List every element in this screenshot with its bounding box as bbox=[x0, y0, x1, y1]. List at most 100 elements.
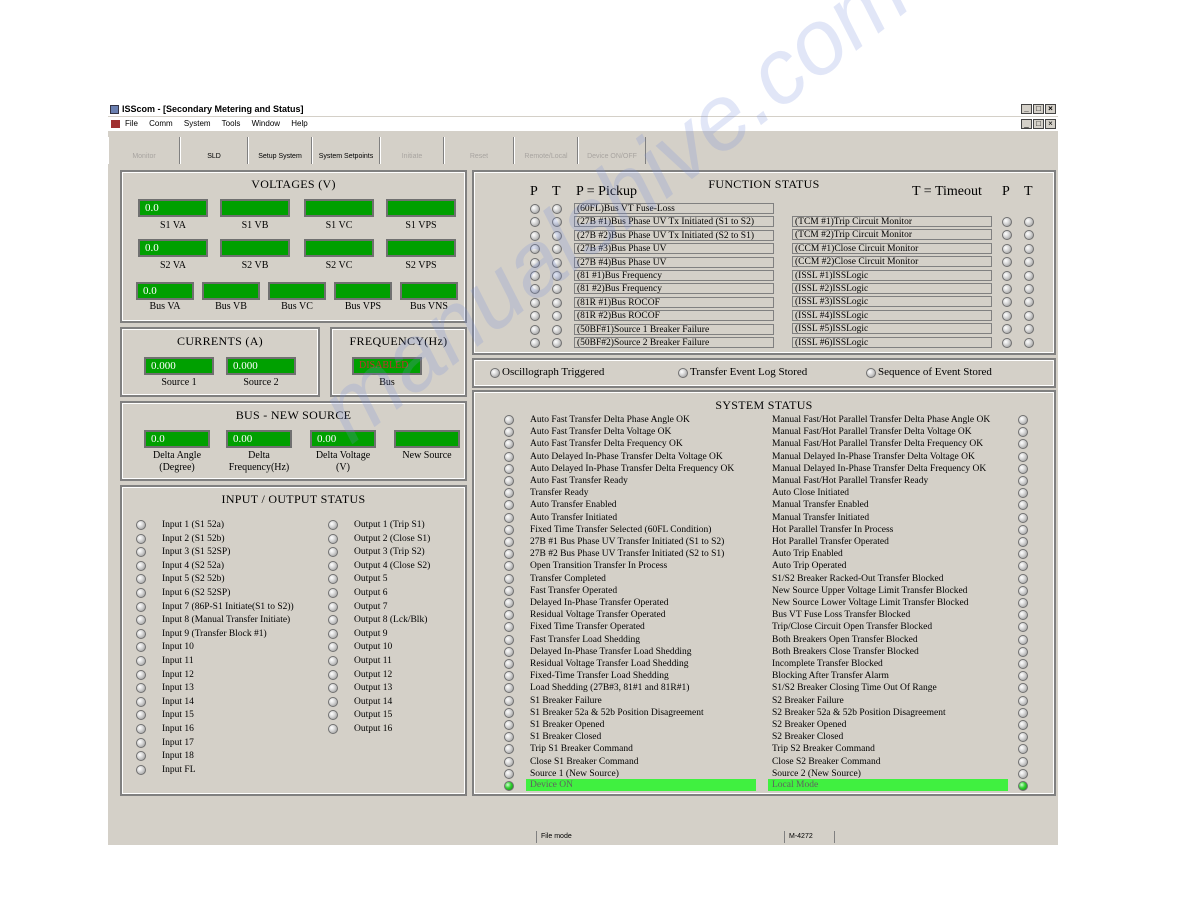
child-maximize-button[interactable]: □ bbox=[1033, 119, 1044, 129]
input-led bbox=[136, 764, 146, 775]
sld-button[interactable]: SLD bbox=[180, 137, 248, 164]
output-label: Output 15 bbox=[354, 710, 393, 721]
s2-vb-label: S2 VB bbox=[241, 260, 269, 271]
output-led bbox=[328, 683, 338, 694]
status-led bbox=[1018, 512, 1028, 523]
status-bar: File mode M-4272 bbox=[108, 830, 1058, 844]
status-led bbox=[504, 476, 514, 486]
status-led bbox=[1018, 537, 1028, 547]
status-item: S1 Breaker 52a & 52b Position Disagreeme… bbox=[530, 707, 704, 718]
input-led bbox=[136, 574, 146, 585]
initiate-button[interactable]: Initiate bbox=[380, 137, 444, 164]
status-item: Hot Parallel Transfer In Process bbox=[772, 524, 894, 535]
status-led bbox=[504, 634, 514, 645]
timeout-led bbox=[1024, 310, 1034, 321]
input-led bbox=[136, 696, 146, 707]
status-item: Residual Voltage Transfer Operated bbox=[530, 610, 666, 621]
remote-local-button[interactable]: Remote/Local bbox=[514, 137, 578, 164]
output-label: Output 1 (Trip S1) bbox=[354, 520, 425, 530]
s2-vc-label: S2 VC bbox=[325, 260, 353, 271]
output-led bbox=[328, 696, 338, 707]
output-led bbox=[328, 547, 338, 558]
child-minimize-button[interactable]: _ bbox=[1021, 119, 1032, 129]
timeout-led bbox=[1024, 257, 1034, 268]
maximize-button[interactable]: □ bbox=[1033, 104, 1044, 114]
status-led bbox=[504, 463, 514, 474]
function-item: (50BF#1)Source 1 Breaker Failure bbox=[574, 323, 774, 335]
status-led bbox=[1018, 500, 1028, 511]
output-led bbox=[328, 560, 338, 571]
status-item: S2 Breaker 52a & 52b Position Disagreeme… bbox=[772, 707, 946, 718]
timeout-led bbox=[552, 338, 562, 348]
monitor-button[interactable]: Monitor bbox=[108, 137, 180, 164]
input-label: Input 7 (86P-S1 Initiate(S1 to S2)) bbox=[162, 601, 294, 612]
status-led bbox=[1018, 622, 1028, 633]
bus-vc-meter bbox=[268, 282, 326, 300]
menu-help[interactable]: Help bbox=[291, 119, 307, 128]
function-item: (ISSL #3)ISSLogic bbox=[792, 296, 992, 308]
input-led bbox=[136, 533, 146, 544]
status-led bbox=[504, 744, 514, 755]
output-label: Output 7 bbox=[354, 601, 388, 612]
status-item: Fast Transfer Operated bbox=[530, 585, 618, 596]
menu-file[interactable]: File bbox=[125, 119, 138, 128]
status-led bbox=[504, 768, 514, 779]
input-label: Input 14 bbox=[162, 696, 194, 707]
input-label: Input 12 bbox=[162, 669, 194, 680]
status-led bbox=[1018, 756, 1028, 767]
menu-tools[interactable]: Tools bbox=[222, 119, 241, 128]
status-item: Trip S2 Breaker Command bbox=[772, 744, 875, 755]
system-setpoints-button[interactable]: System Setpoints bbox=[312, 137, 380, 164]
status-led bbox=[504, 707, 514, 718]
status-item: Auto Transfer Enabled bbox=[530, 500, 617, 511]
menu-comm[interactable]: Comm bbox=[149, 119, 173, 128]
close-button[interactable]: × bbox=[1045, 104, 1056, 114]
minimize-button[interactable]: _ bbox=[1021, 104, 1032, 114]
menu-system[interactable]: System bbox=[184, 119, 211, 128]
child-close-button[interactable]: × bbox=[1045, 119, 1056, 129]
status-led bbox=[504, 646, 514, 657]
new-source-label: New Source bbox=[402, 450, 452, 461]
source2-current-label: Source 2 bbox=[243, 377, 279, 388]
transfer-log-label: Transfer Event Log Stored bbox=[690, 366, 808, 378]
setup-system-button[interactable]: Setup System bbox=[248, 137, 312, 164]
input-label: Input 5 (S2 52b) bbox=[162, 574, 225, 585]
status-led bbox=[504, 488, 514, 499]
status-led bbox=[1018, 720, 1028, 730]
status-led bbox=[504, 561, 514, 572]
status-item: Manual Transfer Initiated bbox=[772, 512, 870, 523]
bus-va-label: Bus VA bbox=[149, 301, 181, 312]
soe-label: Sequence of Event Stored bbox=[878, 366, 992, 378]
status-led bbox=[504, 451, 514, 462]
output-led bbox=[328, 724, 338, 734]
input-led bbox=[136, 560, 146, 571]
status-item: Fixed Time Transfer Selected (60FL Condi… bbox=[530, 524, 712, 535]
input-led bbox=[136, 520, 146, 530]
status-led bbox=[504, 756, 514, 767]
input-label: Input 2 (S1 52b) bbox=[162, 533, 225, 544]
status-item: Open Transition Transfer In Process bbox=[530, 561, 668, 572]
source1-current-meter: 0.000 bbox=[144, 357, 214, 375]
reset-button[interactable]: Reset bbox=[444, 137, 514, 164]
status-item: Fixed-Time Transfer Load Shedding bbox=[530, 671, 669, 682]
output-label: Output 6 bbox=[354, 588, 388, 598]
output-led bbox=[328, 574, 338, 585]
output-label: Output 4 (Close S2) bbox=[354, 560, 431, 571]
status-led bbox=[1018, 744, 1028, 755]
status-item: Close S1 Breaker Command bbox=[530, 756, 639, 767]
status-item: Auto Fast Transfer Ready bbox=[530, 476, 628, 486]
s2-vps-meter bbox=[386, 239, 456, 257]
menu-window[interactable]: Window bbox=[252, 119, 280, 128]
status-led bbox=[1018, 415, 1028, 425]
output-label: Output 3 (Trip S2) bbox=[354, 547, 425, 558]
output-led bbox=[328, 520, 338, 530]
output-led bbox=[328, 642, 338, 653]
status-led bbox=[1018, 561, 1028, 572]
pickup-led bbox=[530, 338, 540, 348]
status-led bbox=[1018, 659, 1028, 669]
status-led bbox=[1018, 488, 1028, 499]
pickup-led bbox=[1002, 270, 1012, 281]
pickup-led bbox=[1002, 324, 1012, 335]
input-label: Input 13 bbox=[162, 683, 194, 694]
timeout-led bbox=[552, 324, 562, 335]
